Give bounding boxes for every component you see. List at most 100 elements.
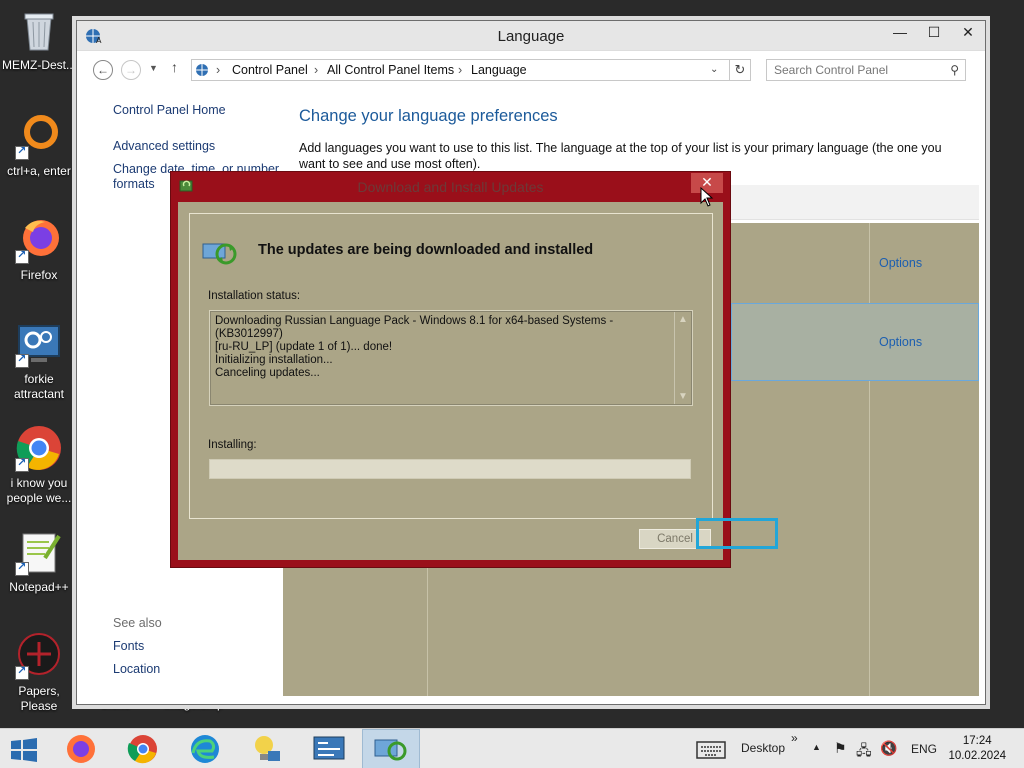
orange-ring-icon <box>15 112 63 160</box>
language-options-link[interactable]: Options <box>879 335 922 349</box>
refresh-icon[interactable]: ↻ <box>729 59 751 81</box>
shortcut-arrow-icon <box>15 560 29 576</box>
shortcut-arrow-icon <box>15 456 29 472</box>
search-input[interactable]: Search Control Panel ⚲ <box>766 59 966 81</box>
breadcrumb-all-items[interactable]: All Control Panel Items <box>327 60 454 80</box>
toolbar-chevron-icon[interactable]: » <box>791 731 798 745</box>
language-options-link[interactable]: Options <box>879 256 922 270</box>
scroll-up-icon[interactable]: ▲ <box>675 313 691 326</box>
search-icon[interactable]: ⚲ <box>950 60 959 80</box>
control-panel-icon <box>195 62 211 84</box>
action-center-flag-icon[interactable]: ⚑ <box>834 740 847 757</box>
install-progress-bar <box>209 459 691 479</box>
start-windows-icon[interactable] <box>10 738 38 767</box>
close-button[interactable]: ✕ <box>951 21 985 45</box>
desktop-icon-label: forkie attractant <box>13 372 65 401</box>
shortcut-arrow-icon <box>15 352 29 368</box>
lightbulb-icon <box>255 736 280 761</box>
highlight-box <box>696 518 778 549</box>
installing-label: Installing: <box>208 439 257 451</box>
back-arrow-icon[interactable]: ← <box>93 60 113 80</box>
desktop-icon-recycle-bin[interactable]: MEMZ-Dest... <box>1 6 77 73</box>
firefox-icon <box>15 216 63 264</box>
windows-update-icon <box>374 739 407 761</box>
taskbar-firefox[interactable] <box>52 729 110 768</box>
desktop-toolbar-label[interactable]: Desktop <box>741 741 785 755</box>
taskbar-control-panel[interactable] <box>300 729 358 768</box>
installation-status-log[interactable]: Downloading Russian Language Pack - Wind… <box>209 310 693 406</box>
address-bar[interactable]: › Control Panel › All Control Panel Item… <box>191 59 751 81</box>
status-line: Canceling updates... <box>215 367 320 379</box>
clock-time: 17:24 <box>962 735 992 747</box>
window-title: Language <box>497 28 565 45</box>
address-row: ← → ▼ ↑ › Control Panel › All Control Pa… <box>77 51 985 89</box>
taskbar-edge[interactable] <box>176 729 234 768</box>
network-icon[interactable]: 🖧 <box>856 740 872 764</box>
volume-muted-icon[interactable]: 🔇 <box>880 740 897 757</box>
sidebar-change-date-formats[interactable]: formats <box>113 177 155 191</box>
windows-update-icon <box>202 241 238 270</box>
recycle-bin-icon <box>15 6 63 54</box>
taskbar: Desktop » ▲ ⚑ 🖧 🔇 ENG 17:24 10.02.2024 <box>0 728 1024 768</box>
forward-arrow-icon[interactable]: → <box>121 60 141 80</box>
installation-status-label: Installation status: <box>208 290 301 302</box>
dialog-titlebar[interactable]: Download and Install Updates ✕ <box>171 172 730 202</box>
desktop-icon-label: Papers, Please <box>18 684 60 713</box>
sidebar-fonts[interactable]: Fonts <box>113 639 144 653</box>
shortcut-arrow-icon <box>15 144 29 160</box>
settings-monitor-icon <box>15 320 63 368</box>
taskbar-chrome[interactable] <box>114 729 172 768</box>
input-language-indicator[interactable]: ENG <box>911 742 937 756</box>
up-arrow-icon[interactable]: ↑ <box>171 59 178 75</box>
column-divider <box>869 223 870 696</box>
show-hidden-icons-icon[interactable]: ▲ <box>812 742 821 752</box>
taskbar-windows-update[interactable] <box>362 729 420 768</box>
desktop-icon-label: Notepad++ <box>9 580 69 594</box>
recent-pages-chevron-icon[interactable]: ▼ <box>149 63 158 73</box>
desktop-icon-label: i know you people we... <box>6 476 72 505</box>
clock-date: 10.02.2024 <box>948 750 1006 762</box>
breadcrumb-control-panel[interactable]: Control Panel <box>232 60 308 80</box>
search-placeholder: Search Control Panel <box>774 63 889 77</box>
status-line: [ru-RU_LP] (update 1 of 1)... done! <box>215 341 393 353</box>
crumb-separator-icon: › <box>216 63 221 77</box>
taskbar-tips[interactable] <box>238 729 296 768</box>
dialog-body: The updates are being downloaded and ins… <box>178 202 723 560</box>
page-description: Add languages you want to use to this li… <box>299 141 942 171</box>
status-line: Downloading Russian Language Pack - Wind… <box>215 315 614 340</box>
log-scrollbar[interactable]: ▲ ▼ <box>674 312 691 404</box>
dialog-title: Download and Install Updates <box>357 179 544 195</box>
dialog-heading: The updates are being downloaded and ins… <box>258 242 594 258</box>
clock[interactable]: 17:24 10.02.2024 <box>948 734 1006 764</box>
chrome-icon <box>15 424 63 472</box>
desktop-icon-firefox[interactable]: Firefox <box>1 216 77 283</box>
notepad-plus-plus-icon <box>15 528 63 576</box>
status-line: Initializing installation... <box>215 354 333 366</box>
desktop-icon-papers-please[interactable]: Papers, Please <box>1 632 77 714</box>
keyboard-icon[interactable] <box>696 741 726 764</box>
edge-icon <box>191 735 219 763</box>
sidebar-advanced-settings[interactable]: Advanced settings <box>113 139 215 153</box>
shortcut-arrow-icon <box>15 664 29 680</box>
desktop-icon-forkie[interactable]: forkie attractant <box>1 320 77 402</box>
control-panel-icon <box>313 736 345 760</box>
desktop-icon-chrome[interactable]: i know you people we... <box>1 424 77 506</box>
firefox-icon <box>67 735 95 763</box>
dialog-content-frame: The updates are being downloaded and ins… <box>189 213 713 519</box>
desktop-icon-notepad[interactable]: Notepad++ <box>1 528 77 595</box>
sidebar-location[interactable]: Location <box>113 662 160 676</box>
maximize-button[interactable]: ☐ <box>917 21 951 45</box>
update-dialog: Download and Install Updates ✕ The updat… <box>170 171 731 568</box>
crumb-separator-icon: › <box>458 63 463 77</box>
window-titlebar[interactable]: A Language — ☐ ✕ <box>77 21 985 51</box>
address-dropdown-icon[interactable]: ⌄ <box>710 60 718 80</box>
desktop-icon-ctrl-a[interactable]: ctrl+a, enter <box>1 112 77 179</box>
minimize-button[interactable]: — <box>883 21 917 45</box>
sidebar-control-panel-home[interactable]: Control Panel Home <box>113 103 226 117</box>
chrome-icon <box>127 735 157 764</box>
sidebar-see-also: See also <box>113 616 162 630</box>
scroll-down-icon[interactable]: ▼ <box>675 390 691 403</box>
breadcrumb-language[interactable]: Language <box>471 60 527 80</box>
page-title: Change your language preferences <box>299 107 558 125</box>
language-row-selected[interactable] <box>731 303 979 381</box>
